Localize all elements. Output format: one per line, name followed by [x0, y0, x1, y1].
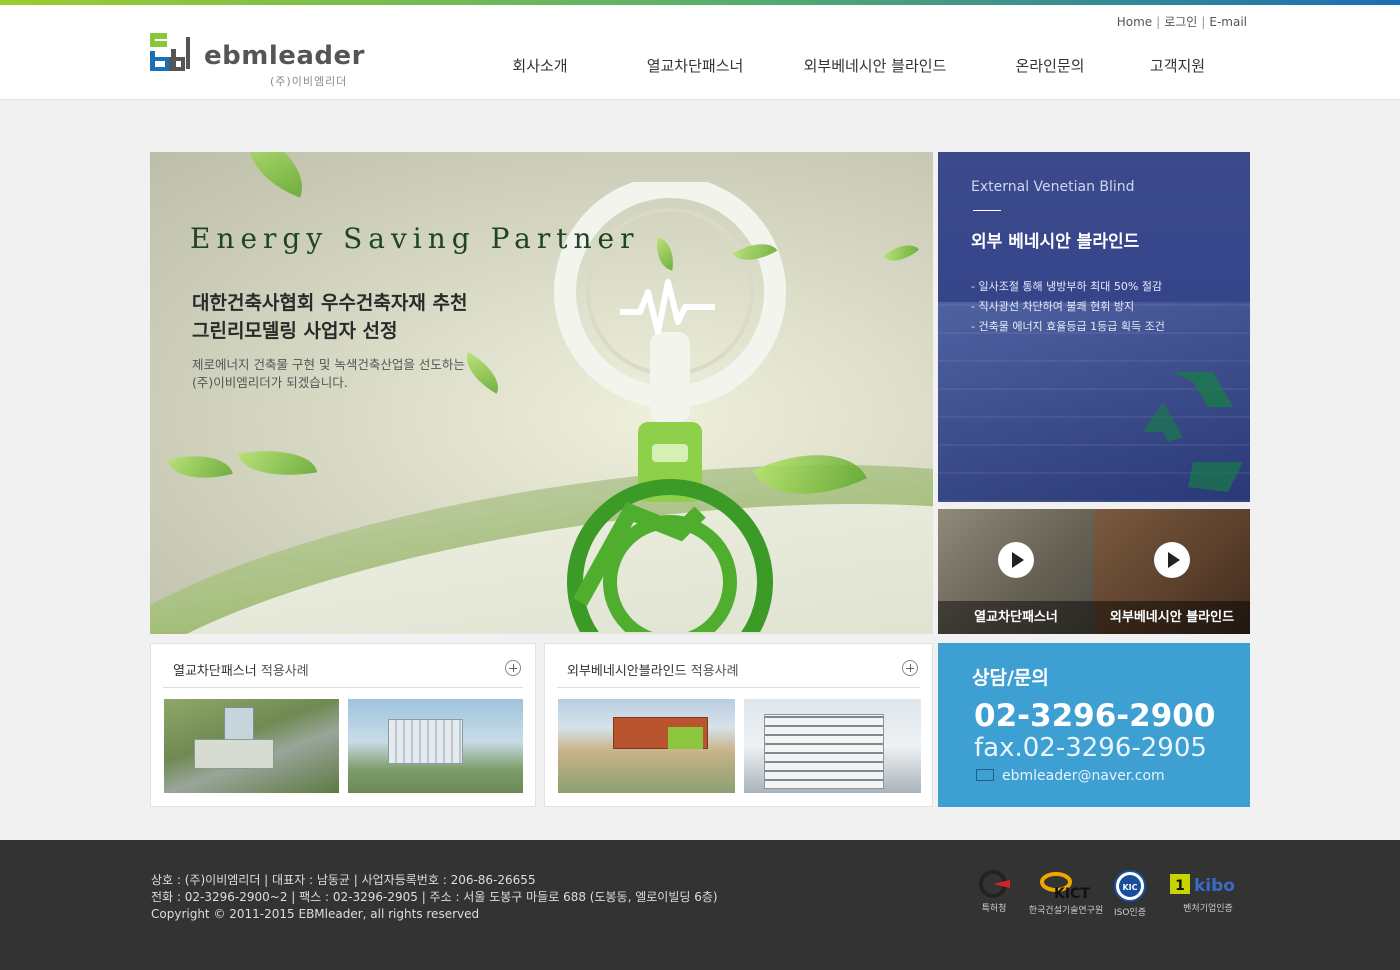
blind-point: - 일사조절 통해 냉방부하 최대 50% 절감 — [971, 280, 1163, 293]
leaf-decoration — [167, 444, 233, 490]
kict-logo-text: KICT — [1054, 886, 1090, 900]
play-icon[interactable] — [1154, 542, 1190, 578]
case-title-suffix: 적용사례 — [256, 664, 309, 679]
blind-promo-points: - 일사조절 통해 냉방부하 최대 50% 절감 - 직사광선 차단하여 불쾌 … — [971, 277, 1165, 337]
hero-description: 제로에너지 건축물 구현 및 녹색건축산업을 선도하는 (주)이비엠리더가 되겠… — [192, 356, 465, 392]
footer-company: 상호 : (주)이비엠리더 | 대표자 : 남동균 | 사업자등록번호 : 20… — [151, 873, 536, 887]
hero-desc-line1: 제로에너지 건축물 구현 및 녹색건축산업을 선도하는 — [192, 357, 465, 372]
home-link[interactable]: Home — [1117, 15, 1152, 29]
play-icon[interactable] — [998, 542, 1034, 578]
video-caption: 열교차단패스너 — [938, 601, 1094, 634]
video-caption: 외부베네시안 블라인드 — [1094, 601, 1250, 634]
kict-logo-icon: KICT — [1040, 872, 1090, 902]
contact-fax: fax.02-3296-2905 — [974, 733, 1207, 763]
logo[interactable]: ebmleader (주)이비엠리더 — [150, 31, 365, 89]
case-divider — [163, 687, 523, 688]
plus-icon[interactable] — [902, 660, 918, 676]
footer-contact: 전화 : 02-3296-2900~2 | 팩스 : 02-3296-2905 … — [151, 890, 718, 904]
case-photo[interactable] — [164, 699, 339, 793]
cert-kict: KICT 한국건설기술연구원 — [1028, 870, 1104, 916]
kibo-logo-icon: 1 kibo — [1170, 874, 1235, 896]
kibo-logo-text: kibo — [1194, 876, 1235, 896]
cert-patent: 특허청 — [975, 870, 1013, 914]
nav-inquiry[interactable]: 온라인문의 — [1000, 55, 1100, 76]
iso-cert-icon: KIC — [1114, 870, 1146, 902]
cert-label: 한국건설기술연구원 — [1028, 906, 1104, 916]
hero-banner: Energy Saving Partner 대한건축사협회 우수건축자재 추천 … — [150, 152, 933, 634]
logo-mark-icon — [150, 33, 190, 71]
envelope-icon — [976, 769, 994, 781]
case-fastener: 열교차단패스너 적용사례 — [150, 643, 536, 807]
cert-label: ISO인증 — [1113, 908, 1146, 918]
email-link[interactable]: E-mail — [1209, 15, 1247, 29]
cert-iso: KIC ISO인증 — [1110, 870, 1150, 918]
case-photo[interactable] — [744, 699, 921, 793]
svg-text:1: 1 — [1175, 878, 1185, 894]
blind-promo-en: External Venetian Blind — [971, 179, 1135, 195]
cert-label: 벤처기업인증 — [1183, 904, 1233, 914]
cert-kibo: 1 kibo 벤처기업인증 — [1168, 870, 1248, 914]
contact-email[interactable]: ebmleader@naver.com — [976, 768, 1165, 784]
blind-promo-divider — [973, 210, 1001, 211]
video-blind[interactable]: 외부베네시안 블라인드 — [1094, 509, 1250, 634]
footer-copyright: Copyright © 2011-2015 EBMleader, all rig… — [151, 907, 480, 921]
contact-panel: 상담/문의 02-3296-2900 fax.02-3296-2905 ebml… — [938, 643, 1250, 807]
hero-headline: 대한건축사협회 우수건축자재 추천 그린리모델링 사업자 선정 — [192, 289, 467, 345]
login-link[interactable]: 로그인 — [1164, 15, 1197, 29]
leaf-decoration — [882, 235, 920, 271]
case-title-main: 열교차단패스너 — [173, 664, 257, 679]
contact-title: 상담/문의 — [972, 667, 1049, 689]
nav-fastener[interactable]: 열교차단패스너 — [630, 55, 760, 76]
case-title-suffix: 적용사례 — [686, 664, 739, 679]
iso-logo-text: KIC — [1122, 883, 1137, 892]
leaf-decoration — [234, 152, 316, 198]
blind-promo-panel[interactable]: External Venetian Blind 외부 베네시안 블라인드 - 일… — [938, 152, 1250, 502]
case-title-main: 외부베네시안블라인드 — [567, 664, 687, 679]
logo-name: ebmleader — [204, 41, 365, 71]
hero-title: Energy Saving Partner — [190, 222, 640, 255]
blind-point: - 직사광선 차단하여 불쾌 현휘 방지 — [971, 300, 1135, 313]
hero-headline-line1: 대한건축사협회 우수건축자재 추천 — [192, 292, 468, 314]
blind-point: - 건축물 에너지 효율등급 1등급 획득 조건 — [971, 320, 1165, 333]
site-header: Home | 로그인 | E-mail ebmleader (주)이비엠리더 회사소개 … — [0, 5, 1400, 100]
nav-company[interactable]: 회사소개 — [480, 55, 600, 76]
blind-promo-title: 외부 베네시안 블라인드 — [971, 232, 1140, 252]
video-fastener[interactable]: 열교차단패스너 — [938, 509, 1094, 634]
footer-info: 상호 : (주)이비엠리더 | 대표자 : 남동균 | 사업자등록번호 : 20… — [151, 872, 718, 923]
nav-blind[interactable]: 외부베네시안 블라인드 — [790, 55, 960, 76]
case-title: 열교차단패스너 적용사례 — [173, 660, 309, 679]
patent-office-icon — [979, 870, 1010, 898]
case-title: 외부베네시안블라인드 적용사례 — [567, 660, 739, 679]
leaf-decoration — [237, 440, 318, 486]
case-photo[interactable] — [348, 699, 523, 793]
cert-label: 특허청 — [981, 904, 1007, 914]
hero-desc-line2: (주)이비엠리더가 되겠습니다. — [192, 375, 348, 390]
case-photo[interactable] — [558, 699, 735, 793]
contact-phone[interactable]: 02-3296-2900 — [974, 698, 1215, 734]
recycle-icon — [1143, 372, 1243, 492]
plus-icon[interactable] — [505, 660, 521, 676]
site-footer: 상호 : (주)이비엠리더 | 대표자 : 남동균 | 사업자등록번호 : 20… — [0, 840, 1400, 970]
utility-links: Home | 로그인 | E-mail — [1116, 15, 1247, 29]
logo-sub: (주)이비엠리더 — [270, 75, 348, 88]
contact-email-text[interactable]: ebmleader@naver.com — [1002, 768, 1165, 784]
hero-headline-line2: 그린리모델링 사업자 선정 — [192, 320, 398, 342]
case-divider — [557, 687, 920, 688]
nav-support[interactable]: 고객지원 — [1130, 55, 1225, 76]
case-blind: 외부베네시안블라인드 적용사례 — [544, 643, 933, 807]
